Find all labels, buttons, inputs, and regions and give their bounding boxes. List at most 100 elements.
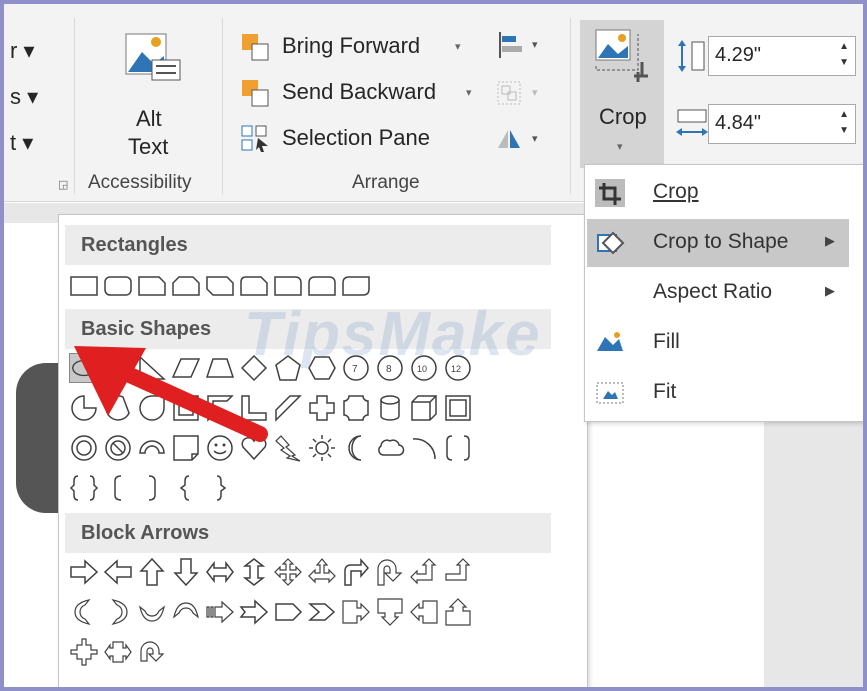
curved-right-arrow-shape[interactable] <box>69 597 99 627</box>
up-arrow-callout-shape[interactable] <box>443 597 473 627</box>
quad-arrow-shape[interactable] <box>273 557 303 587</box>
bent-up-arrow-shape[interactable] <box>443 557 473 587</box>
menu-item-crop-label: Crop <box>653 180 699 203</box>
partial-button-3[interactable]: t ▾ <box>10 130 33 156</box>
lightning-bolt-shape[interactable] <box>273 433 303 463</box>
left-right-arrow-shape[interactable] <box>205 557 235 587</box>
crop-dropdown-menu: Crop Crop to Shape ▶ Aspect Ratio ▶ Fill <box>584 164 863 422</box>
alt-text-label-2: Text <box>128 134 169 159</box>
round-diagonal-rectangle-shape[interactable] <box>341 271 371 301</box>
plaque-shape[interactable] <box>341 393 371 423</box>
spinner-icon[interactable]: ▲ ▼ <box>839 107 849 139</box>
width-icon <box>676 109 708 136</box>
snip-round-rectangle-shape[interactable] <box>239 271 269 301</box>
left-right-up-arrow-shape[interactable] <box>307 557 337 587</box>
height-input[interactable]: 4.29" ▲ ▼ <box>708 36 856 76</box>
snip-rectangle-shape[interactable] <box>137 271 167 301</box>
app-frame: r ▾ s ▾ t ▾ Alt Text ◲ Accessibility Bri… <box>4 4 863 687</box>
left-arrow-callout-shape[interactable] <box>409 597 439 627</box>
partial-button-1[interactable]: r ▾ <box>10 38 34 64</box>
left-up-arrow-shape[interactable] <box>409 557 439 587</box>
menu-item-aspect-ratio-label: Aspect Ratio <box>653 280 773 303</box>
arc-shape[interactable] <box>409 433 439 463</box>
up-down-arrow-shape[interactable] <box>239 557 269 587</box>
left-brace-shape[interactable] <box>171 473 201 503</box>
round-single-corner-rectangle-shape[interactable] <box>273 271 303 301</box>
send-backward-icon <box>242 80 269 107</box>
basic-shapes-row-4 <box>69 473 235 503</box>
double-bracket-shape[interactable] <box>443 433 473 463</box>
cloud-shape[interactable] <box>375 433 405 463</box>
down-arrow-callout-shape[interactable] <box>375 597 405 627</box>
spinner-icon[interactable]: ▲ ▼ <box>839 39 849 71</box>
bring-forward-button[interactable]: Bring Forward ▾ <box>240 30 470 66</box>
bent-arrow-shape[interactable] <box>341 557 371 587</box>
pentagon-arrow-shape[interactable] <box>273 597 303 627</box>
width-value: 4.84" <box>715 112 762 134</box>
arrange-group-label: Arrange <box>352 172 420 193</box>
can-shape[interactable] <box>375 393 405 423</box>
selection-pane-button[interactable]: Selection Pane <box>240 122 470 158</box>
selection-pane-icon <box>241 125 268 152</box>
menu-item-fill-label: Fill <box>653 330 680 353</box>
left-bracket-shape[interactable] <box>103 473 133 503</box>
category-block-arrows: Block Arrows <box>65 513 551 553</box>
chevron-shape[interactable] <box>307 597 337 627</box>
circular-arrow-shape[interactable] <box>137 637 167 667</box>
left-right-arrow-callout-shape[interactable] <box>103 637 133 667</box>
chevron-down-icon[interactable]: ▾ <box>466 86 472 99</box>
height-value: 4.29" <box>715 44 762 66</box>
submenu-arrow-icon: ▶ <box>825 233 835 248</box>
send-backward-button[interactable]: Send Backward ▾ <box>240 76 472 112</box>
rounded-rectangle-shape[interactable] <box>103 271 133 301</box>
menu-item-crop-to-shape[interactable]: Crop to Shape ▶ <box>587 219 849 267</box>
block-arrows-row-1 <box>69 557 473 587</box>
right-arrow-callout-shape[interactable] <box>341 597 371 627</box>
left-arrow-shape[interactable] <box>103 557 133 587</box>
curved-down-arrow-shape[interactable] <box>171 597 201 627</box>
rectangle-shape[interactable] <box>69 271 99 301</box>
double-brace-shape[interactable] <box>69 473 99 503</box>
down-arrow-shape[interactable] <box>171 557 201 587</box>
cube-shape[interactable] <box>409 393 439 423</box>
right-bracket-shape[interactable] <box>137 473 167 503</box>
right-brace-shape[interactable] <box>205 473 235 503</box>
crop-picture-icon <box>595 29 648 82</box>
menu-item-crop[interactable]: Crop <box>587 169 849 217</box>
width-input[interactable]: 4.84" ▲ ▼ <box>708 104 856 144</box>
bring-forward-label: Bring Forward <box>282 33 421 58</box>
send-backward-label: Send Backward <box>282 79 437 104</box>
group-icon[interactable]: ▾ <box>494 78 544 108</box>
quad-arrow-callout-shape[interactable] <box>69 637 99 667</box>
fill-icon <box>597 332 623 351</box>
menu-item-aspect-ratio[interactable]: Aspect Ratio ▶ <box>587 269 849 317</box>
cross-shape[interactable] <box>307 393 337 423</box>
up-arrow-shape[interactable] <box>137 557 167 587</box>
menu-item-fill[interactable]: Fill <box>587 319 849 367</box>
snip-same-side-rectangle-shape[interactable] <box>171 271 201 301</box>
alt-text-button[interactable]: Alt Text <box>104 24 204 164</box>
notched-right-arrow-shape[interactable] <box>239 597 269 627</box>
crop-button[interactable]: Crop ▾ <box>580 20 664 168</box>
striped-right-arrow-shape[interactable] <box>205 597 235 627</box>
u-turn-arrow-shape[interactable] <box>375 557 405 587</box>
curved-up-arrow-shape[interactable] <box>137 597 167 627</box>
menu-item-fit[interactable]: Fit <box>587 369 849 417</box>
right-arrow-shape[interactable] <box>69 557 99 587</box>
curved-left-arrow-shape[interactable] <box>103 597 133 627</box>
align-icon[interactable]: ▾ <box>494 30 544 60</box>
chevron-down-icon[interactable]: ▾ <box>455 40 461 53</box>
crop-to-shape-icon <box>597 231 625 255</box>
bevel-shape[interactable] <box>443 393 473 423</box>
diagonal-stripe-shape[interactable] <box>273 393 303 423</box>
round-same-side-rectangle-shape[interactable] <box>307 271 337 301</box>
snip-diagonal-rectangle-shape[interactable] <box>205 271 235 301</box>
moon-shape[interactable] <box>341 433 371 463</box>
rotate-icon[interactable]: ▾ <box>494 124 544 154</box>
sun-shape[interactable] <box>307 433 337 463</box>
crop-label: Crop <box>599 104 647 129</box>
dialog-launcher-icon[interactable]: ◲ <box>58 178 68 191</box>
partial-button-2[interactable]: s ▾ <box>10 84 38 110</box>
alt-text-icon <box>125 33 181 81</box>
bring-forward-icon <box>242 34 269 61</box>
